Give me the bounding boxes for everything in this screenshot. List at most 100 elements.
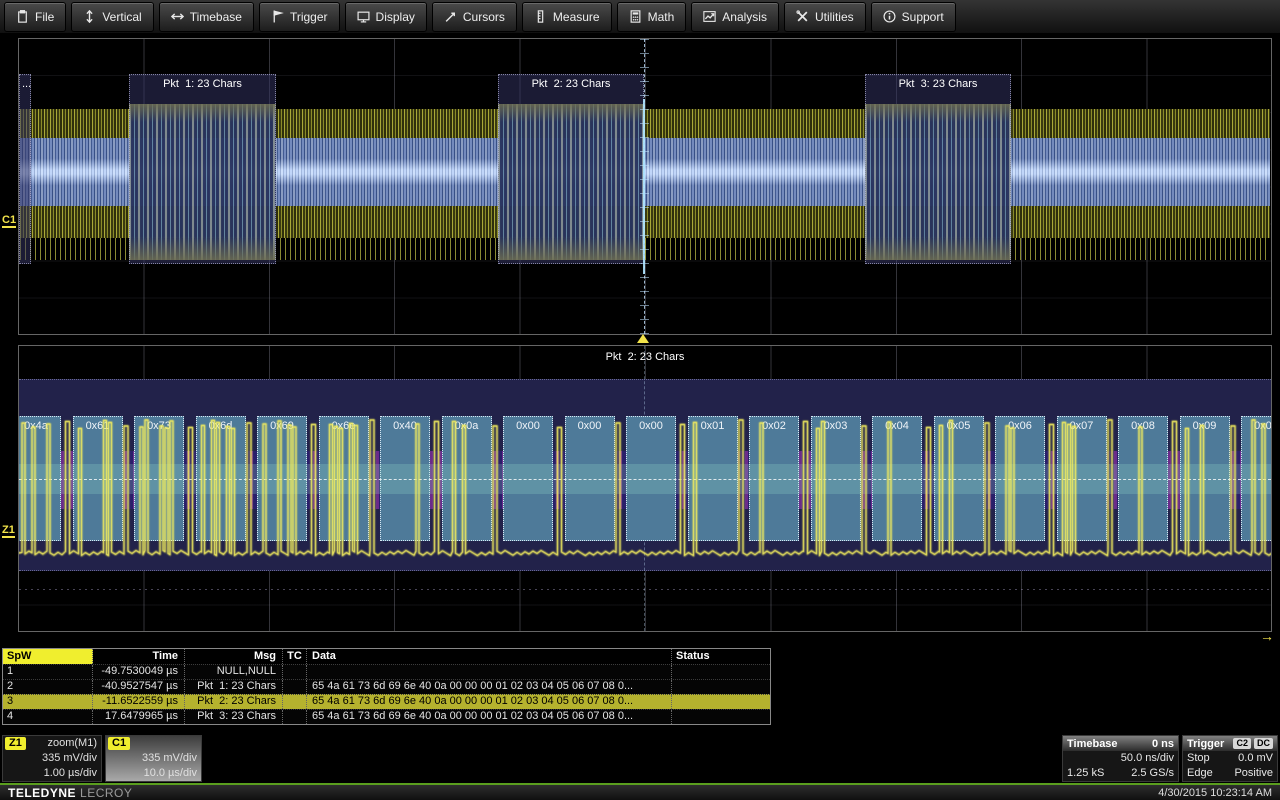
trigger-title: Trigger	[1187, 738, 1224, 750]
cell-tc	[283, 680, 307, 694]
cell-data: 65 4a 61 73 6d 69 6e 40 0a 00 00 00 01 0…	[307, 680, 672, 694]
menu-cursors[interactable]: Cursors	[432, 2, 517, 32]
menu-vertical[interactable]: Vertical	[71, 2, 153, 32]
vertical-arrows-icon	[83, 10, 96, 23]
menu-timebase-label: Timebase	[190, 10, 242, 24]
decode-table: SpWTimeMsgTCDataStatus 1-49.7530049 µsNU…	[2, 648, 771, 725]
cell-index: 1	[3, 665, 93, 679]
chart-line-icon	[703, 10, 716, 23]
c1-tdiv: 10.0 µs/div	[144, 767, 197, 779]
cell-tc	[283, 710, 307, 724]
cell-tc	[283, 665, 307, 679]
cursor-arrow-icon	[444, 10, 457, 23]
menu-display-label: Display	[376, 10, 415, 24]
zoom-grid: 0x4a0x610x730x6d0x690x6e0x400x0a0x000x00…	[18, 345, 1272, 632]
packet-overlay-partial: ...	[19, 74, 31, 264]
menu-trigger[interactable]: Trigger	[259, 2, 340, 32]
menu-bar: File Vertical Timebase Trigger Display C…	[0, 0, 1280, 34]
taskbar: TELEDYNE LECROY 4/30/2015 10:23:14 AM	[0, 783, 1280, 800]
menu-trigger-label: Trigger	[290, 10, 328, 24]
cell-time: -49.7530049 µs	[93, 665, 185, 679]
cell-time: -11.6522559 µs	[93, 695, 185, 709]
cell-data: 65 4a 61 73 6d 69 6e 40 0a 00 00 00 01 0…	[307, 710, 672, 724]
packet-label: Pkt 1: 23 Chars	[130, 78, 275, 90]
trigger-source-badge: C2	[1233, 738, 1251, 749]
trigger-flag-icon	[271, 10, 284, 23]
cell-index: 4	[3, 710, 93, 724]
datetime-display: 4/30/2015 10:23:14 AM	[1158, 787, 1272, 799]
channel-c1-marker[interactable]: C1	[2, 214, 16, 228]
table-row[interactable]: 3-11.6522559 µsPkt 2: 23 Chars65 4a 61 7…	[3, 694, 770, 709]
z1-title: zoom(M1)	[47, 737, 97, 749]
packet-label: Pkt 2: 23 Chars	[499, 78, 643, 90]
trigger-position-marker[interactable]	[637, 334, 649, 343]
menu-vertical-label: Vertical	[102, 10, 141, 24]
packet-overlay-2: Pkt 2: 23 Chars	[498, 74, 644, 264]
table-row[interactable]: 417.6479965 µsPkt 3: 23 Chars 65 4a 61 73…	[3, 709, 770, 724]
display-monitor-icon	[357, 10, 370, 23]
brand-teledyne: TELEDYNE	[8, 786, 76, 800]
menu-support[interactable]: Support	[871, 2, 956, 32]
cell-status	[672, 665, 768, 679]
zoom-z1-marker[interactable]: Z1	[2, 524, 15, 538]
cell-index: 2	[3, 680, 93, 694]
file-icon	[16, 10, 29, 23]
trigger-coupling-badge: DC	[1254, 738, 1273, 749]
cell-msg: NULL,NULL	[185, 665, 283, 679]
timebase-panel[interactable]: Timebase 0 ns 50.0 ns/div 1.25 kS 2.5 GS…	[1062, 735, 1179, 782]
c1-descriptor[interactable]: C1 335 mV/div 10.0 µs/div	[105, 735, 202, 782]
menu-support-label: Support	[902, 10, 944, 24]
menu-display[interactable]: Display	[345, 2, 427, 32]
menu-analysis-label: Analysis	[722, 10, 767, 24]
menu-timebase[interactable]: Timebase	[159, 2, 254, 32]
z1-vdiv: 335 mV/div	[42, 752, 97, 764]
cell-status	[672, 680, 768, 694]
z1-tdiv: 1.00 µs/div	[44, 767, 97, 779]
menu-math[interactable]: Math	[617, 2, 687, 32]
menu-measure[interactable]: Measure	[522, 2, 612, 32]
menu-math-label: Math	[648, 10, 675, 24]
column-header-spw: SpW	[3, 649, 93, 664]
trigger-type: Edge	[1187, 766, 1213, 781]
c1-vdiv: 335 mV/div	[142, 752, 197, 764]
oscilloscope-screen: File Vertical Timebase Trigger Display C…	[0, 0, 1280, 800]
zoom-packet-label: Pkt 2: 23 Chars	[19, 351, 1271, 363]
c1-tag: C1	[108, 737, 130, 750]
decode-gate-line	[643, 99, 645, 274]
cell-msg: Pkt 3: 23 Chars	[185, 710, 283, 724]
decode-table-body: 1-49.7530049 µsNULL,NULL2-40.9527547 µsP…	[3, 664, 770, 724]
packet-overlay-3: Pkt 3: 23 Chars	[865, 74, 1011, 264]
trigger-level: 0.0 mV	[1238, 751, 1273, 766]
packet-overlay-1: Pkt 1: 23 Chars	[129, 74, 276, 264]
timebase-delay: 0 ns	[1152, 738, 1174, 750]
brand-lecroy: LECROY	[80, 786, 132, 800]
table-row[interactable]: 1-49.7530049 µsNULL,NULL	[3, 664, 770, 679]
cell-data: 65 4a 61 73 6d 69 6e 40 0a 00 00 00 01 0…	[307, 695, 672, 709]
z1-descriptor[interactable]: Z1 zoom(M1) 335 mV/div 1.00 µs/div	[2, 735, 102, 782]
cell-status	[672, 695, 768, 709]
main-grid: ... Pkt 1: 23 Chars Pkt 2: 23 Chars Pkt …	[18, 38, 1272, 335]
horizontal-arrows-icon	[171, 10, 184, 23]
menu-file[interactable]: File	[4, 2, 66, 32]
cell-data	[307, 665, 672, 679]
trigger-mode: Stop	[1187, 751, 1210, 766]
tools-icon	[796, 10, 809, 23]
trigger-slope: Positive	[1234, 766, 1273, 781]
packet-partial-label: ...	[22, 78, 31, 90]
table-row[interactable]: 2-40.9527547 µsPkt 1: 23 Chars65 4a 61 7…	[3, 679, 770, 694]
column-header-msg: Msg	[185, 649, 283, 664]
column-header-tc: TC	[283, 649, 307, 664]
cell-msg: Pkt 2: 23 Chars	[185, 695, 283, 709]
decode-table-header: SpWTimeMsgTCDataStatus	[3, 649, 770, 664]
menu-analysis[interactable]: Analysis	[691, 2, 779, 32]
timebase-tdiv: 50.0 ns/div	[1121, 751, 1174, 766]
menu-utilities[interactable]: Utilities	[784, 2, 866, 32]
trigger-panel[interactable]: Trigger C2 DC Stop 0.0 mV Edge Positive	[1182, 735, 1278, 782]
column-header-data: Data	[307, 649, 672, 664]
timebase-title: Timebase	[1067, 738, 1118, 750]
timebase-rate: 2.5 GS/s	[1131, 766, 1174, 781]
packet-label: Pkt 3: 23 Chars	[866, 78, 1010, 90]
cell-tc	[283, 695, 307, 709]
cell-time: 17.6479965 µs	[93, 710, 185, 724]
info-circle-icon	[883, 10, 896, 23]
